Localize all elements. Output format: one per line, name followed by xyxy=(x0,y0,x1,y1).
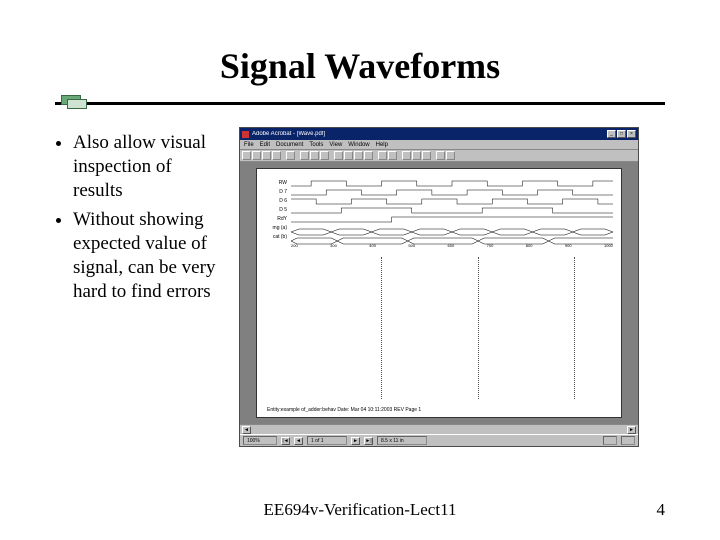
tick: 600 xyxy=(448,243,455,251)
tool-actual-icon[interactable] xyxy=(402,151,411,160)
embedded-screenshot: Adobe Acrobat - [Wave.pdf] _ □ × File Ed… xyxy=(239,127,665,447)
tool-fwd-icon[interactable] xyxy=(388,151,397,160)
wave-rdy xyxy=(291,215,613,224)
page-caption: Entity:example of_adder:behav Date: Mar … xyxy=(267,407,421,413)
menu-view[interactable]: View xyxy=(329,142,342,148)
bullet-list: Also allow visual inspection of results … xyxy=(55,127,225,447)
maximize-button[interactable]: □ xyxy=(617,130,626,138)
horizontal-scrollbar[interactable]: ◄ ► xyxy=(240,424,638,434)
status-zoom[interactable]: 100% xyxy=(243,436,277,445)
tool-first-icon[interactable] xyxy=(334,151,343,160)
cursor-line xyxy=(381,257,382,399)
menubar: File Edit Document Tools View Window Hel… xyxy=(240,140,638,150)
tool-next-icon[interactable] xyxy=(354,151,363,160)
bullet-item: Also allow visual inspection of results xyxy=(73,131,225,202)
tick: 1000 xyxy=(604,243,613,251)
content-row: Also allow visual inspection of results … xyxy=(55,127,665,447)
tool-back-icon[interactable] xyxy=(378,151,387,160)
tick: 200 xyxy=(291,243,298,251)
tick: 800 xyxy=(526,243,533,251)
acrobat-icon xyxy=(242,131,249,138)
tool-find-icon[interactable] xyxy=(286,151,295,160)
toolbar xyxy=(240,150,638,162)
close-button[interactable]: × xyxy=(627,130,636,138)
prev-page-icon[interactable]: ◄ xyxy=(294,437,303,445)
signal-label: RdY xyxy=(261,215,287,224)
scroll-left-icon[interactable]: ◄ xyxy=(242,426,251,434)
menu-help[interactable]: Help xyxy=(376,142,388,148)
cursor-area xyxy=(291,257,613,399)
slide-footer: EE694v-Verification-Lect11 xyxy=(0,500,720,520)
tool-last-icon[interactable] xyxy=(364,151,373,160)
cursor-line xyxy=(478,257,479,399)
wave-mg xyxy=(291,228,613,237)
status-layout-icon[interactable] xyxy=(603,436,617,445)
waveform-area xyxy=(291,179,613,241)
tool-open-icon[interactable] xyxy=(242,151,251,160)
pdf-page: RW D 7 D 6 D 5 RdY mg (a) cat (b) xyxy=(256,168,622,418)
tool-text-icon[interactable] xyxy=(320,151,329,160)
tool-save-icon[interactable] xyxy=(252,151,261,160)
status-page: 1 of 1 xyxy=(307,436,347,445)
tool-fitpage-icon[interactable] xyxy=(412,151,421,160)
menu-file[interactable]: File xyxy=(244,142,254,148)
next-page-icon[interactable]: ► xyxy=(351,437,360,445)
tool-mail-icon[interactable] xyxy=(272,151,281,160)
tick: 400 xyxy=(369,243,376,251)
tool-rotate-icon[interactable] xyxy=(436,151,445,160)
tool-hand-icon[interactable] xyxy=(300,151,309,160)
time-axis: 200 300 400 500 600 700 800 900 1000 xyxy=(291,243,613,251)
titlebar: Adobe Acrobat - [Wave.pdf] _ □ × xyxy=(240,128,638,140)
status-layout2-icon[interactable] xyxy=(621,436,635,445)
signal-label: mg (a) xyxy=(261,224,287,233)
tool-print-icon[interactable] xyxy=(262,151,271,160)
window-title: Adobe Acrobat - [Wave.pdf] xyxy=(252,131,604,137)
menu-document[interactable]: Document xyxy=(276,142,303,148)
first-page-icon[interactable]: |◄ xyxy=(281,437,290,445)
menu-window[interactable]: Window xyxy=(348,142,369,148)
status-size: 8.5 x 11 in xyxy=(377,436,427,445)
tick: 900 xyxy=(565,243,572,251)
wave-d7 xyxy=(291,188,613,197)
statusbar: 100% |◄ ◄ 1 of 1 ► ►| 8.5 x 11 in xyxy=(240,434,638,446)
tool-zoomin-icon[interactable] xyxy=(310,151,319,160)
tool-prev-icon[interactable] xyxy=(344,151,353,160)
slide-title: Signal Waveforms xyxy=(55,45,665,87)
scroll-right-icon[interactable]: ► xyxy=(627,426,636,434)
tool-fitwidth-icon[interactable] xyxy=(422,151,431,160)
minimize-button[interactable]: _ xyxy=(607,130,616,138)
signal-label: D 7 xyxy=(261,188,287,197)
document-area: RW D 7 D 6 D 5 RdY mg (a) cat (b) xyxy=(240,162,638,424)
wave-d6 xyxy=(291,197,613,206)
signal-label: cat (b) xyxy=(261,233,287,242)
menu-edit[interactable]: Edit xyxy=(260,142,270,148)
divider xyxy=(55,95,665,111)
acrobat-window: Adobe Acrobat - [Wave.pdf] _ □ × File Ed… xyxy=(239,127,639,447)
divider-decor-icon xyxy=(61,95,89,109)
divider-line xyxy=(55,102,665,105)
signal-labels: RW D 7 D 6 D 5 RdY mg (a) cat (b) xyxy=(261,179,287,242)
wave-d5 xyxy=(291,206,613,215)
cursor-line xyxy=(574,257,575,399)
signal-label: D 5 xyxy=(261,206,287,215)
tick: 500 xyxy=(408,243,415,251)
tick: 700 xyxy=(487,243,494,251)
menu-tools[interactable]: Tools xyxy=(309,142,323,148)
wave-rw xyxy=(291,179,613,188)
slide-page-number: 4 xyxy=(657,500,666,520)
tick: 300 xyxy=(330,243,337,251)
bullet-item: Without showing expected value of signal… xyxy=(73,208,225,303)
tool-other-icon[interactable] xyxy=(446,151,455,160)
signal-label: D 6 xyxy=(261,197,287,206)
window-buttons: _ □ × xyxy=(607,130,636,138)
last-page-icon[interactable]: ►| xyxy=(364,437,373,445)
signal-label: RW xyxy=(261,179,287,188)
slide: Signal Waveforms Also allow visual inspe… xyxy=(0,0,720,540)
